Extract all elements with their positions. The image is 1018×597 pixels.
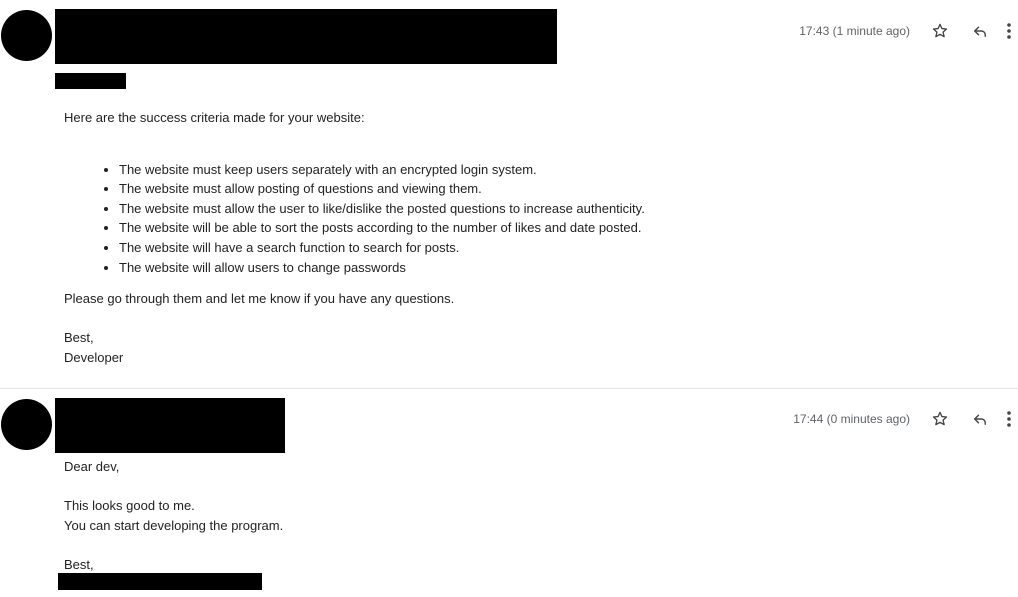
list-item: The website will allow users to change p…	[119, 258, 645, 278]
more-options-button[interactable]	[1000, 19, 1018, 43]
reply-icon	[974, 414, 986, 425]
message-header-actions: 17:44 (0 minutes ago)	[793, 407, 1018, 431]
list-item: The website will have a search function …	[119, 238, 645, 258]
list-item: The website will be able to sort the pos…	[119, 218, 645, 238]
closing-text: Please go through them and let me know i…	[64, 291, 455, 307]
signoff-text: Best,	[64, 556, 94, 572]
sender-name-redacted	[55, 9, 557, 64]
message-body: Dear dev, This looks good to me. You can…	[64, 457, 283, 575]
greeting-redacted	[55, 73, 126, 89]
signature-text: Developer	[64, 349, 124, 365]
sender-avatar[interactable]	[1, 10, 52, 61]
more-vert-icon	[1007, 411, 1011, 427]
message-timestamp: 17:43 (1 minute ago)	[799, 24, 910, 38]
signoff-text: Best,	[64, 330, 94, 346]
reply-button[interactable]	[960, 19, 1000, 43]
star-button[interactable]	[920, 19, 960, 43]
message-header-actions: 17:43 (1 minute ago)	[799, 19, 1018, 43]
greeting-text: Dear dev,	[64, 459, 120, 474]
list-item: The website must allow the user to like/…	[119, 199, 645, 219]
star-icon	[932, 411, 948, 426]
star-button[interactable]	[920, 407, 960, 431]
success-criteria-list: The website must keep users separately w…	[64, 160, 645, 278]
list-item: The website must allow posting of questi…	[119, 179, 645, 199]
list-item: The website must keep users separately w…	[119, 160, 645, 180]
message-timestamp: 17:44 (0 minutes ago)	[793, 412, 910, 426]
reply-icon	[974, 26, 986, 37]
message-body: Here are the success criteria made for y…	[64, 108, 645, 368]
more-options-button[interactable]	[1000, 407, 1018, 431]
more-vert-icon	[1007, 23, 1011, 39]
sender-name-redacted	[55, 398, 285, 453]
email-message-1: 17:43 (1 minute ago) Here are the succes…	[0, 0, 1018, 389]
intro-text: Here are the success criteria made for y…	[64, 110, 365, 125]
email-message-2: 17:44 (0 minutes ago) Dear dev, This loo…	[0, 389, 1018, 597]
signature-redacted	[58, 573, 262, 590]
body-line: This looks good to me.	[64, 498, 195, 514]
reply-button[interactable]	[960, 407, 1000, 431]
body-line: You can start developing the program.	[64, 517, 284, 533]
sender-avatar[interactable]	[1, 399, 52, 450]
star-icon	[932, 23, 948, 38]
